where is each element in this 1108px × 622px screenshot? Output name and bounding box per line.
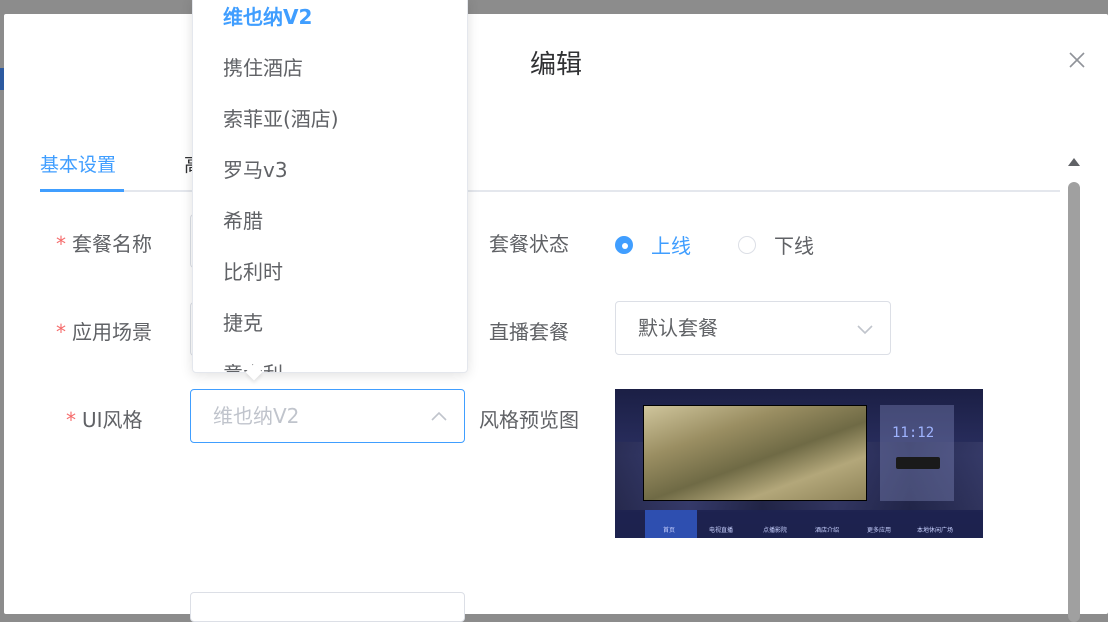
next-field-input[interactable] xyxy=(190,592,465,622)
preview-nav-item: 首页 xyxy=(663,527,676,534)
preview-painting xyxy=(643,405,867,501)
dropdown-option[interactable]: 捷克 xyxy=(193,298,467,349)
package-name-label: * 套餐名称 xyxy=(56,232,152,256)
ui-style-dropdown: 维也纳V2 携住酒店 索菲亚(酒店) 罗马v3 希腊 比利时 捷克 意大利 xyxy=(192,0,468,373)
edit-dialog: 编辑 基本设置 高 *套餐名称 *应用场景 *UI风格 维也纳V2 套餐状态 上… xyxy=(4,14,1108,622)
preview-nav-item: 本地休闲广场 xyxy=(917,527,954,534)
dropdown-option[interactable]: 希腊 xyxy=(193,196,467,247)
preview-label: 风格预览图 xyxy=(479,408,579,432)
status-label: 套餐状态 xyxy=(489,232,569,256)
preview-bottom-nav: 首页 电视直播 点播影院 酒店介绍 更多应用 本地休闲广场 xyxy=(615,510,983,538)
scroll-thumb[interactable] xyxy=(1068,182,1080,622)
scrollbar[interactable] xyxy=(1066,154,1082,622)
style-preview-image: 11:12 首页 电视直播 点播影院 酒店介绍 更多应用 本地休闲广场 xyxy=(615,389,983,538)
dropdown-option[interactable]: 维也纳V2 xyxy=(193,0,467,43)
preview-nav-item: 更多应用 xyxy=(867,527,892,534)
ui-style-label: * UI风格 xyxy=(66,408,143,432)
scroll-up-arrow-icon[interactable] xyxy=(1066,154,1082,168)
preview-side-card xyxy=(880,405,954,501)
chevron-up-icon xyxy=(430,408,448,426)
dropdown-option[interactable]: 意大利 xyxy=(193,349,467,372)
preview-logo xyxy=(896,457,940,469)
dialog-title: 编辑 xyxy=(529,50,582,80)
live-package-value: 默认套餐 xyxy=(638,316,718,340)
preview-clock: 11:12 xyxy=(892,425,935,441)
dropdown-option[interactable]: 比利时 xyxy=(193,247,467,298)
dropdown-option[interactable]: 携住酒店 xyxy=(193,43,467,94)
dropdown-option[interactable]: 索菲亚(酒店) xyxy=(193,94,467,145)
dropdown-option[interactable]: 罗马v3 xyxy=(193,145,467,196)
preview-nav-item: 点播影院 xyxy=(763,527,788,534)
ui-style-select[interactable]: 维也纳V2 xyxy=(190,389,465,443)
live-package-label: 直播套餐 xyxy=(489,320,569,344)
scene-label: * 应用场景 xyxy=(56,320,152,344)
live-package-select[interactable]: 默认套餐 xyxy=(615,301,891,355)
required-mark: * xyxy=(66,408,76,432)
tab-basic-settings[interactable]: 基本设置 xyxy=(40,150,116,177)
preview-nav-item: 酒店介绍 xyxy=(815,527,840,534)
radio-checked-icon xyxy=(615,236,633,254)
tab-active-indicator xyxy=(40,189,124,192)
radio-unchecked-icon xyxy=(738,236,756,254)
preview-nav-item: 电视直播 xyxy=(709,527,734,534)
ui-style-value: 维也纳V2 xyxy=(213,404,300,428)
close-icon[interactable] xyxy=(1066,49,1088,71)
required-mark: * xyxy=(56,232,66,256)
chevron-down-icon xyxy=(856,320,874,338)
required-mark: * xyxy=(56,320,66,344)
